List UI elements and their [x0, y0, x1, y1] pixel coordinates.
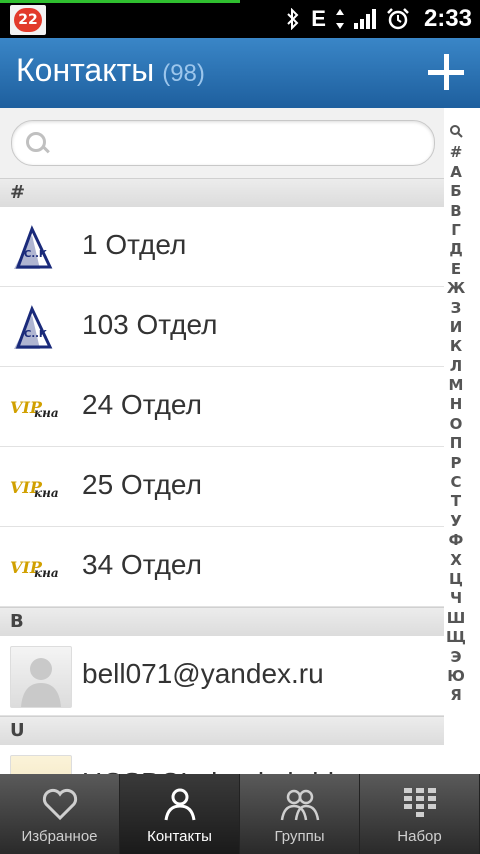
tab-favorites[interactable]: Избранное	[0, 774, 120, 854]
index-letter[interactable]: Т	[444, 492, 468, 511]
index-letter[interactable]: Н	[444, 395, 468, 414]
bottom-tab-bar: Избранное Контакты Группы Набор	[0, 774, 480, 854]
index-search-icon[interactable]	[444, 124, 468, 143]
list-item[interactable]: bell071@yandex.ru	[0, 636, 444, 716]
triangle-logo-icon: С..К	[10, 225, 56, 271]
search-input[interactable]	[11, 120, 435, 166]
contact-name: 34 Отдел	[82, 549, 202, 580]
tab-label: Набор	[397, 828, 442, 845]
contact-name: 25 Отдел	[82, 469, 202, 500]
index-letter[interactable]: Г	[444, 221, 468, 240]
contact-name: 24 Отдел	[82, 389, 202, 420]
index-letter[interactable]: У	[444, 512, 468, 531]
index-letter[interactable]: Ч	[444, 589, 468, 608]
index-letter[interactable]: Е	[444, 260, 468, 279]
contact-count: (98)	[162, 60, 205, 87]
index-letter[interactable]: Ф	[444, 531, 468, 550]
list-item[interactable]: С..К 1 Отдел	[0, 207, 444, 287]
list-item[interactable]: VIP кна 25 Отдел	[0, 447, 444, 527]
add-contact-button[interactable]	[426, 52, 466, 92]
download-progress	[0, 0, 240, 3]
svg-text:С..К: С..К	[24, 249, 48, 260]
index-letter[interactable]: Щ	[444, 628, 468, 647]
index-letter[interactable]: Ж	[444, 279, 468, 298]
contact-name: 1 Отдел	[82, 229, 187, 260]
tab-dialpad[interactable]: Набор	[360, 774, 480, 854]
index-letter[interactable]: О	[444, 415, 468, 434]
index-letter[interactable]: Д	[444, 240, 468, 259]
svg-text:кна: кна	[34, 566, 59, 580]
index-letter[interactable]: И	[444, 318, 468, 337]
index-letter[interactable]: М	[444, 376, 468, 395]
contact-name: bell071@yandex.ru	[82, 658, 324, 689]
index-letter[interactable]: К	[444, 337, 468, 356]
list-item[interactable]: VIP кна 34 Отдел	[0, 527, 444, 607]
default-person-icon	[10, 646, 72, 708]
index-letter[interactable]: В	[444, 202, 468, 221]
clock: 2:33	[423, 5, 472, 32]
tab-label: Избранное	[21, 828, 98, 845]
index-letter[interactable]: Х	[444, 551, 468, 570]
svg-text:С..К: С..К	[24, 329, 48, 340]
index-letter[interactable]: Л	[444, 357, 468, 376]
contact-list[interactable]: # С..К 1 Отдел С..К 103 Отдел VIP кна 24…	[0, 178, 444, 778]
tab-label: Группы	[274, 828, 325, 845]
bluetooth-icon	[287, 8, 299, 30]
tab-label: Контакты	[147, 828, 212, 845]
alphabet-index[interactable]: # А Б В Г Д Е Ж З И К Л М Н О П Р С Т У …	[444, 124, 468, 714]
notification-icon[interactable]: 22	[10, 5, 46, 35]
index-letter[interactable]: Э	[444, 648, 468, 667]
triangle-logo-icon: С..К	[10, 305, 56, 351]
index-letter[interactable]: Я	[444, 686, 468, 705]
index-letter[interactable]: А	[444, 163, 468, 182]
action-bar: Контакты (98)	[0, 38, 480, 108]
heart-icon	[42, 788, 77, 821]
vip-logo-icon: VIP кна	[10, 385, 59, 431]
network-type: E	[311, 6, 326, 31]
index-letter[interactable]: Ш	[444, 609, 468, 628]
index-letter[interactable]: Р	[444, 454, 468, 473]
alarm-icon	[387, 8, 409, 30]
index-letter[interactable]: Ю	[444, 667, 468, 686]
search-icon	[26, 132, 46, 152]
svg-text:кна: кна	[34, 486, 59, 500]
index-letter[interactable]: П	[444, 434, 468, 453]
person-icon	[164, 788, 195, 821]
section-header: U	[0, 716, 444, 745]
signal-icon	[353, 9, 376, 29]
dialpad-icon	[403, 788, 436, 817]
tab-groups[interactable]: Группы	[240, 774, 360, 854]
search-area	[0, 108, 444, 178]
index-letter[interactable]: #	[444, 143, 468, 162]
index-letter[interactable]: З	[444, 299, 468, 318]
index-letter[interactable]: Ц	[444, 570, 468, 589]
svg-text:кна: кна	[34, 406, 59, 420]
index-letter[interactable]: С	[444, 473, 468, 492]
tab-contacts[interactable]: Контакты	[120, 774, 240, 854]
section-header: #	[0, 178, 444, 207]
index-letter[interactable]: Б	[444, 182, 468, 201]
contact-name: 103 Отдел	[82, 309, 218, 340]
section-header: B	[0, 607, 444, 636]
list-item[interactable]: VIP кна 24 Отдел	[0, 367, 444, 447]
status-bar: 22 E 2:33	[0, 0, 480, 38]
page-title: Контакты (98)	[16, 52, 205, 89]
data-arrows-icon	[335, 9, 344, 29]
group-icon	[280, 789, 319, 821]
title-text: Контакты	[16, 52, 155, 88]
list-item[interactable]: С..К 103 Отдел	[0, 287, 444, 367]
vip-logo-icon: VIP кна	[10, 465, 59, 511]
notification-badge: 22	[14, 8, 42, 32]
vip-logo-icon: VIP кна	[10, 545, 59, 591]
